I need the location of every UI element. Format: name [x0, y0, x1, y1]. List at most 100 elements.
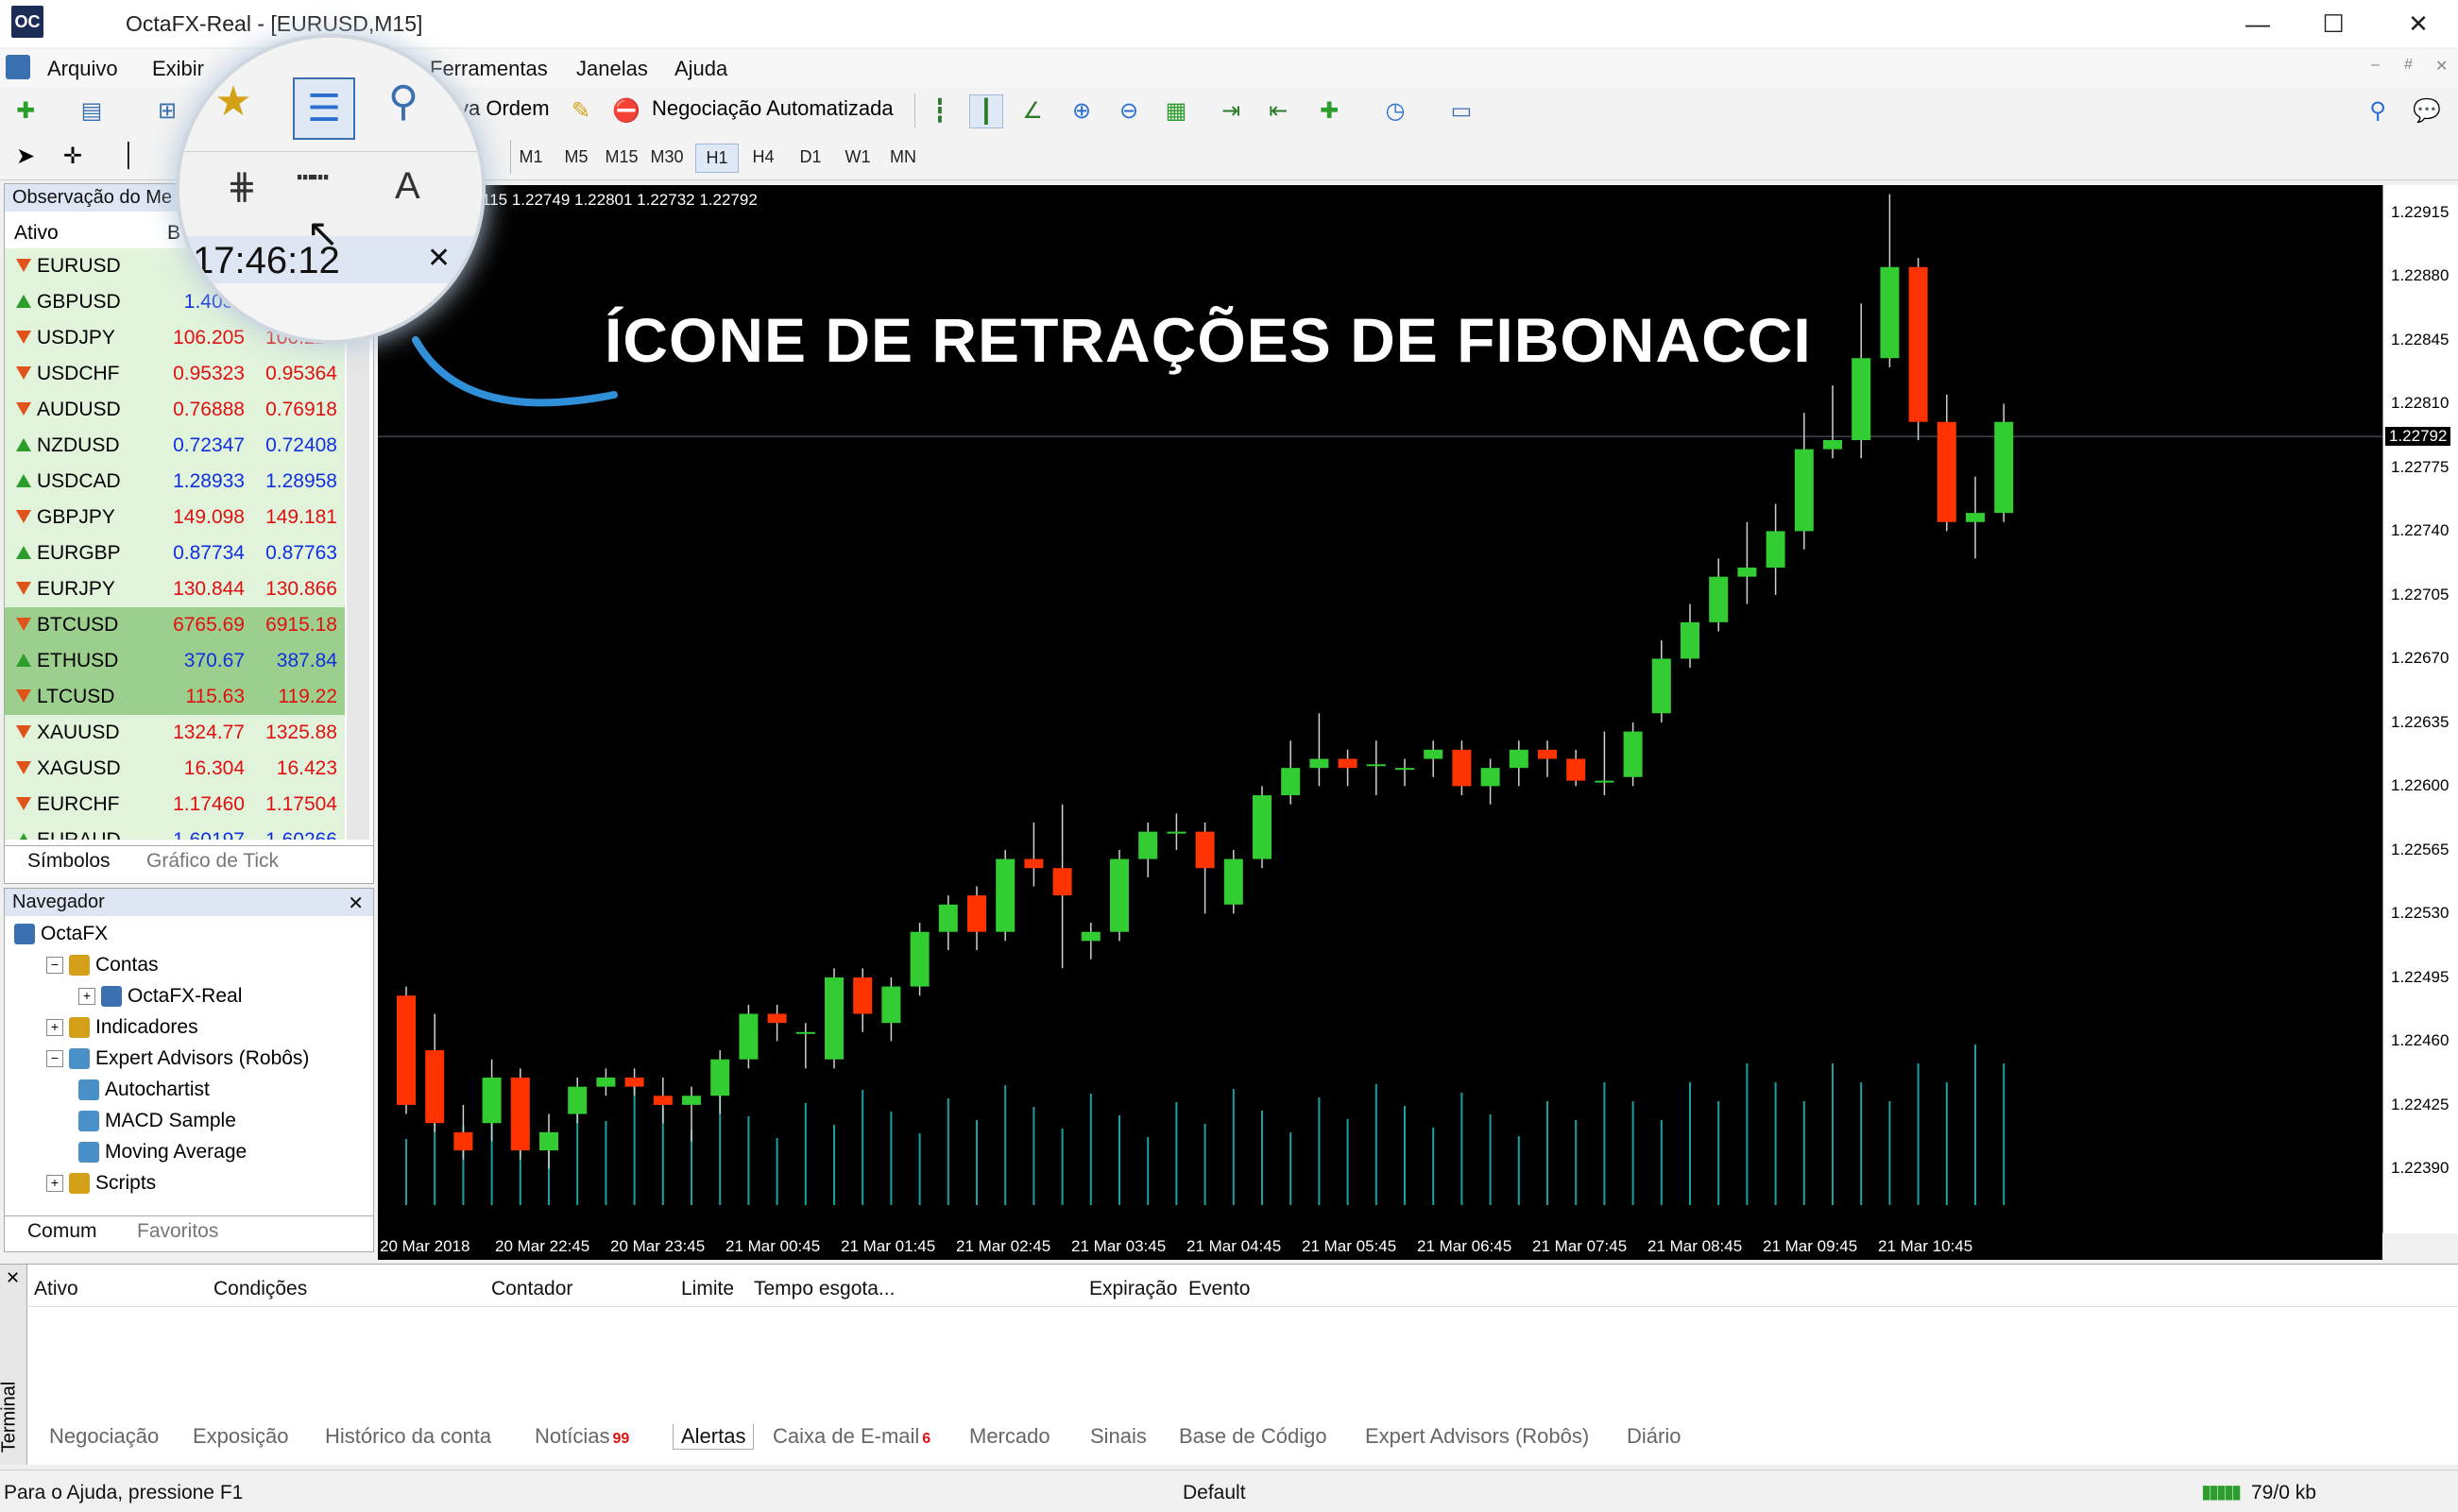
tab-tick-chart[interactable]: Gráfico de Tick	[146, 850, 279, 873]
fibonacci-expansion-icon[interactable]: ⋕	[227, 165, 257, 208]
col-limit[interactable]: Limite	[681, 1278, 734, 1300]
terminal-tab[interactable]: Alertas	[673, 1424, 755, 1450]
expand-icon[interactable]: +	[46, 1019, 63, 1037]
periods-icon[interactable]: ◷	[1379, 94, 1411, 127]
bar-chart-icon[interactable]: ┇	[924, 94, 956, 127]
navigator-item[interactable]: OctaFX	[14, 923, 108, 945]
expand-icon[interactable]: +	[78, 988, 95, 1006]
terminal-tab[interactable]: Histórico da conta	[325, 1424, 491, 1449]
line-chart-icon[interactable]: ∠	[1016, 94, 1049, 127]
market-watch-row[interactable]: EURAUD 1.60197 1.60266	[5, 823, 345, 840]
terminal-close-icon[interactable]: ✕	[6, 1268, 20, 1288]
text-tool-icon[interactable]: A	[395, 165, 420, 208]
col-event[interactable]: Evento	[1188, 1278, 1250, 1300]
menu-ajuda[interactable]: Ajuda	[674, 57, 727, 81]
cursor-icon[interactable]: ➤	[9, 140, 42, 172]
navigator-item[interactable]: MACD Sample	[78, 1110, 236, 1132]
timeframe-mn[interactable]: MN	[882, 144, 924, 171]
navigator-item[interactable]: + Indicadores	[46, 1016, 198, 1039]
fibonacci-retracement-icon[interactable]: ┅┅	[297, 161, 329, 195]
menu-arquivo[interactable]: Arquivo	[47, 57, 118, 81]
col-expiration[interactable]: Expiração	[1089, 1278, 1177, 1300]
col-counter[interactable]: Contador	[491, 1278, 572, 1300]
chart-shift-icon[interactable]: ⇤	[1262, 94, 1294, 127]
close-button[interactable]: ✕	[2381, 0, 2456, 47]
market-watch-icon[interactable]: ⊞	[151, 94, 183, 127]
tab-symbols[interactable]: Símbolos	[27, 850, 111, 873]
market-watch-row[interactable]: EURGBP 0.87734 0.87763	[5, 535, 345, 571]
collapse-icon[interactable]: −	[46, 1050, 63, 1068]
crosshair-icon[interactable]: ✛	[57, 140, 89, 172]
mdi-close-icon[interactable]: ✕	[2435, 57, 2448, 76]
new-chart-icon[interactable]: ✚	[9, 94, 42, 127]
navigator-item[interactable]: Moving Average	[78, 1141, 247, 1164]
navigator-item[interactable]: + Scripts	[46, 1172, 156, 1195]
column-symbol[interactable]: Ativo	[14, 222, 59, 245]
market-watch-row[interactable]: GBPJPY 149.098 149.181	[5, 500, 345, 535]
mdi-restore-icon[interactable]: #	[2404, 57, 2413, 74]
navigator-item[interactable]: − Contas	[46, 954, 159, 977]
timeframe-w1[interactable]: W1	[837, 144, 879, 171]
candlestick-icon[interactable]: ┃	[969, 94, 1003, 128]
timeframe-d1[interactable]: D1	[790, 144, 831, 171]
navigator-close-icon[interactable]: ✕	[348, 892, 364, 915]
market-watch-row[interactable]: BTCUSD 6765.69 6915.18	[5, 607, 345, 643]
tab-common[interactable]: Comum	[27, 1220, 97, 1243]
search-icon[interactable]: ⚲	[2362, 94, 2394, 127]
zoom-in-icon[interactable]: ⊕	[1066, 94, 1098, 127]
mdi-minimize-icon[interactable]: –	[2371, 57, 2380, 74]
col-timeout[interactable]: Tempo esgota...	[754, 1278, 895, 1300]
terminal-tab[interactable]: Mercado	[969, 1424, 1050, 1449]
collapse-icon[interactable]: −	[46, 957, 63, 975]
navigator-item[interactable]: + OctaFX-Real	[78, 985, 242, 1008]
market-watch-row[interactable]: AUDUSD 0.76888 0.76918	[5, 392, 345, 428]
market-watch-row[interactable]: ETHUSD 370.67 387.84	[5, 643, 345, 679]
navigator-item[interactable]: Autochartist	[78, 1079, 210, 1101]
strategy-tester-icon[interactable]: ⚲	[387, 78, 419, 125]
terminal-tab[interactable]: Exposição	[193, 1424, 289, 1449]
timeframe-m5[interactable]: M5	[555, 144, 597, 171]
market-watch-row[interactable]: USDCAD 1.28933 1.28958	[5, 464, 345, 500]
timeframe-m30[interactable]: M30	[646, 144, 688, 171]
column-bid[interactable]: B	[167, 222, 180, 245]
terminal-tab[interactable]: Caixa de E-mail 6	[773, 1424, 930, 1449]
navigator-item[interactable]: − Expert Advisors (Robôs)	[46, 1047, 309, 1070]
terminal-tab[interactable]: Base de Código	[1179, 1424, 1327, 1449]
terminal-tab[interactable]: Sinais	[1090, 1424, 1147, 1449]
terminal-tab[interactable]: Diário	[1627, 1424, 1681, 1449]
timeframe-m1[interactable]: M1	[510, 144, 552, 171]
navigator-window-icon[interactable]: ☰	[293, 77, 355, 140]
auto-trading-button[interactable]: Negociação Automatizada	[652, 96, 894, 121]
market-watch-row[interactable]: LTCUSD 115.63 119.22	[5, 679, 345, 715]
market-watch-row[interactable]: XAUUSD 1324.77 1325.88	[5, 715, 345, 751]
terminal-tab[interactable]: Negociação	[49, 1424, 159, 1449]
terminal-tab[interactable]: Expert Advisors (Robôs)	[1365, 1424, 1589, 1449]
templates-icon[interactable]: ▭	[1445, 94, 1477, 127]
tile-windows-icon[interactable]: ▦	[1160, 94, 1192, 127]
auto-trading-icon[interactable]: ⛔	[610, 94, 642, 127]
timeframe-m15[interactable]: M15	[601, 144, 642, 171]
tab-favorites[interactable]: Favoritos	[137, 1220, 218, 1243]
timeframe-h1[interactable]: H1	[695, 144, 739, 173]
favorite-star-icon[interactable]: ★	[214, 78, 251, 125]
market-watch-row[interactable]: NZDUSD 0.72347 0.72408	[5, 428, 345, 464]
zoom-out-icon[interactable]: ⊖	[1113, 94, 1145, 127]
col-conditions[interactable]: Condições	[213, 1278, 307, 1300]
market-watch-row[interactable]: EURCHF 1.17460 1.17504	[5, 787, 345, 823]
market-watch-row[interactable]: EURJPY 130.844 130.866	[5, 571, 345, 607]
expand-icon[interactable]: +	[46, 1175, 63, 1193]
maximize-button[interactable]: ☐	[2296, 0, 2371, 47]
meta-editor-icon[interactable]: ✎	[565, 94, 597, 127]
menu-janelas[interactable]: Janelas	[576, 57, 648, 81]
market-watch-row[interactable]: USDCHF 0.95323 0.95364	[5, 356, 345, 392]
market-watch-row[interactable]: XAGUSD 16.304 16.423	[5, 751, 345, 787]
magnified-close-icon[interactable]: ✕	[427, 242, 451, 275]
auto-scroll-icon[interactable]: ⇥	[1215, 94, 1247, 127]
vertical-line-icon[interactable]: │	[113, 140, 145, 172]
profiles-icon[interactable]: ▤	[76, 94, 108, 127]
col-symbol[interactable]: Ativo	[34, 1278, 78, 1300]
chat-icon[interactable]: 💬	[2411, 94, 2443, 127]
indicators-icon[interactable]: ✚	[1313, 94, 1345, 127]
timeframe-h4[interactable]: H4	[743, 144, 784, 171]
minimize-button[interactable]: —	[2220, 0, 2296, 47]
